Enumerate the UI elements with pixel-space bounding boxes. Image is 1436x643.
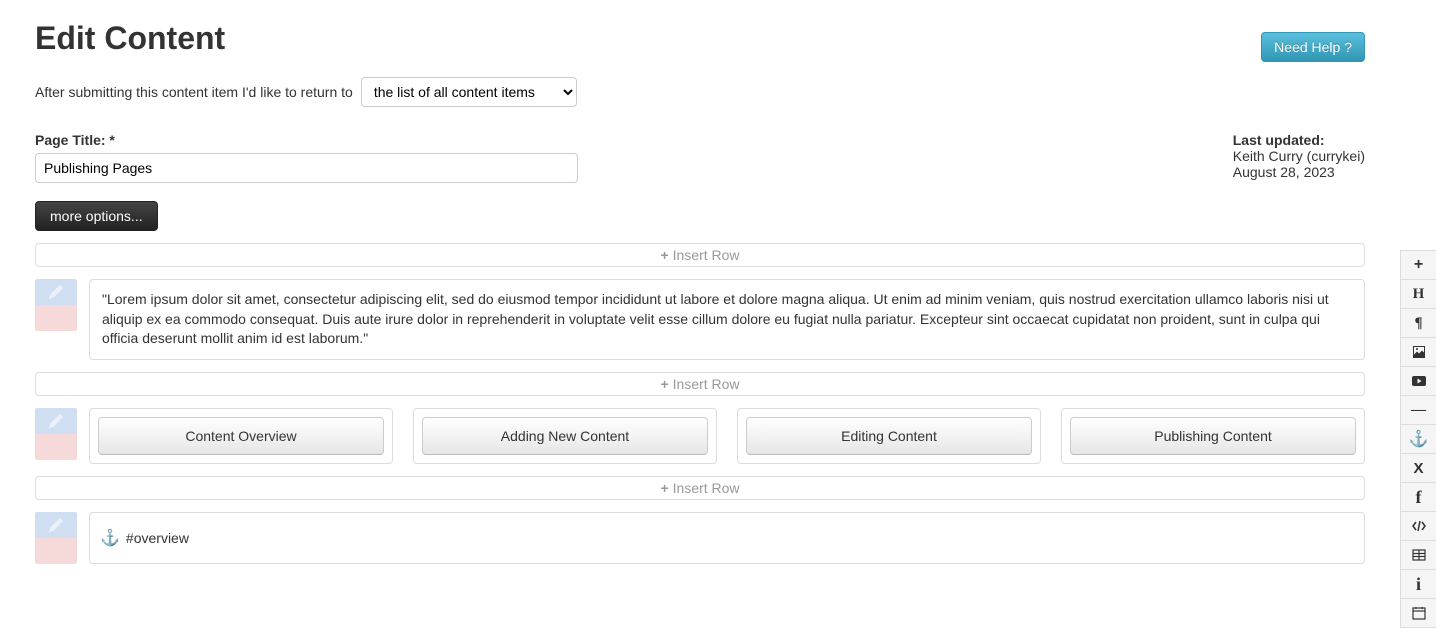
editing-content-button[interactable]: Editing Content xyxy=(746,417,1032,455)
button-cell: Publishing Content xyxy=(1061,408,1365,464)
page-title-label: Page Title: * xyxy=(35,132,1233,148)
return-to-select[interactable]: the list of all content items xyxy=(361,77,577,107)
tool-divider[interactable]: — xyxy=(1401,396,1436,425)
anchor-text: #overview xyxy=(126,530,189,546)
return-to-label: After submitting this content item I'd l… xyxy=(35,84,353,100)
tool-x[interactable]: X xyxy=(1401,454,1436,483)
tool-add[interactable]: + xyxy=(1401,251,1436,280)
adding-new-content-button[interactable]: Adding New Content xyxy=(422,417,708,455)
button-cell: Adding New Content xyxy=(413,408,717,464)
tool-info[interactable]: i xyxy=(1401,570,1436,599)
tool-image[interactable] xyxy=(1401,338,1436,367)
block-edit-handle[interactable] xyxy=(35,279,77,305)
block-handle xyxy=(35,512,77,564)
anchor-icon: ⚓ xyxy=(100,528,120,548)
content-overview-button[interactable]: Content Overview xyxy=(98,417,384,455)
tool-video[interactable] xyxy=(1401,367,1436,396)
more-options-button[interactable]: more options... xyxy=(35,201,158,231)
last-updated-label: Last updated: xyxy=(1233,132,1365,148)
block-delete-handle[interactable] xyxy=(35,305,77,331)
block-handle xyxy=(35,408,77,464)
tool-code[interactable] xyxy=(1401,512,1436,541)
block-delete-handle[interactable] xyxy=(35,538,77,564)
plus-icon: + xyxy=(660,376,668,392)
publishing-content-button[interactable]: Publishing Content xyxy=(1070,417,1356,455)
plus-icon: + xyxy=(1414,256,1423,274)
insert-row-label: Insert Row xyxy=(673,376,740,392)
block-delete-handle[interactable] xyxy=(35,434,77,460)
plus-icon: + xyxy=(660,247,668,263)
tool-facebook[interactable]: f xyxy=(1401,483,1436,512)
info-icon: i xyxy=(1416,574,1421,595)
button-cell: Editing Content xyxy=(737,408,1041,464)
last-updated-by: Keith Curry (currykei) xyxy=(1233,148,1365,164)
last-updated-date: August 28, 2023 xyxy=(1233,164,1365,180)
tools-sidebar: + H ¶ — ⚓ X f i xyxy=(1400,250,1436,628)
block-handle xyxy=(35,279,77,360)
pencil-icon xyxy=(49,285,63,299)
need-help-button[interactable]: Need Help ? xyxy=(1261,32,1365,62)
tool-table[interactable] xyxy=(1401,541,1436,570)
tool-paragraph[interactable]: ¶ xyxy=(1401,309,1436,338)
block-edit-handle[interactable] xyxy=(35,408,77,434)
calendar-icon xyxy=(1411,605,1427,621)
content-block-paragraph: "Lorem ipsum dolor sit amet, consectetur… xyxy=(35,279,1365,360)
tool-heading[interactable]: H xyxy=(1401,280,1436,309)
tool-anchor[interactable]: ⚓ xyxy=(1401,425,1436,454)
insert-row-button[interactable]: + Insert Row xyxy=(35,476,1365,500)
content-block-buttons: Content Overview Adding New Content Edit… xyxy=(35,408,1365,464)
paragraph-content[interactable]: "Lorem ipsum dolor sit amet, consectetur… xyxy=(89,279,1365,360)
insert-row-label: Insert Row xyxy=(673,247,740,263)
image-icon xyxy=(1411,344,1427,360)
block-edit-handle[interactable] xyxy=(35,512,77,538)
anchor-icon: ⚓ xyxy=(1409,429,1429,449)
plus-icon: + xyxy=(660,480,668,496)
youtube-icon xyxy=(1411,373,1427,389)
page-title-input[interactable] xyxy=(35,153,578,183)
content-block-anchor: ⚓ #overview xyxy=(35,512,1365,564)
table-icon xyxy=(1411,547,1427,563)
tool-calendar[interactable] xyxy=(1401,599,1436,628)
last-updated-block: Last updated: Keith Curry (currykei) Aug… xyxy=(1233,132,1365,180)
insert-row-button[interactable]: + Insert Row xyxy=(35,243,1365,267)
button-cell: Content Overview xyxy=(89,408,393,464)
insert-row-label: Insert Row xyxy=(673,480,740,496)
code-icon xyxy=(1411,518,1427,534)
pencil-icon xyxy=(49,414,63,428)
insert-row-button[interactable]: + Insert Row xyxy=(35,372,1365,396)
pencil-icon xyxy=(49,518,63,532)
page-heading: Edit Content xyxy=(35,20,1365,57)
anchor-content[interactable]: ⚓ #overview xyxy=(89,512,1365,564)
return-to-row: After submitting this content item I'd l… xyxy=(35,77,1365,107)
